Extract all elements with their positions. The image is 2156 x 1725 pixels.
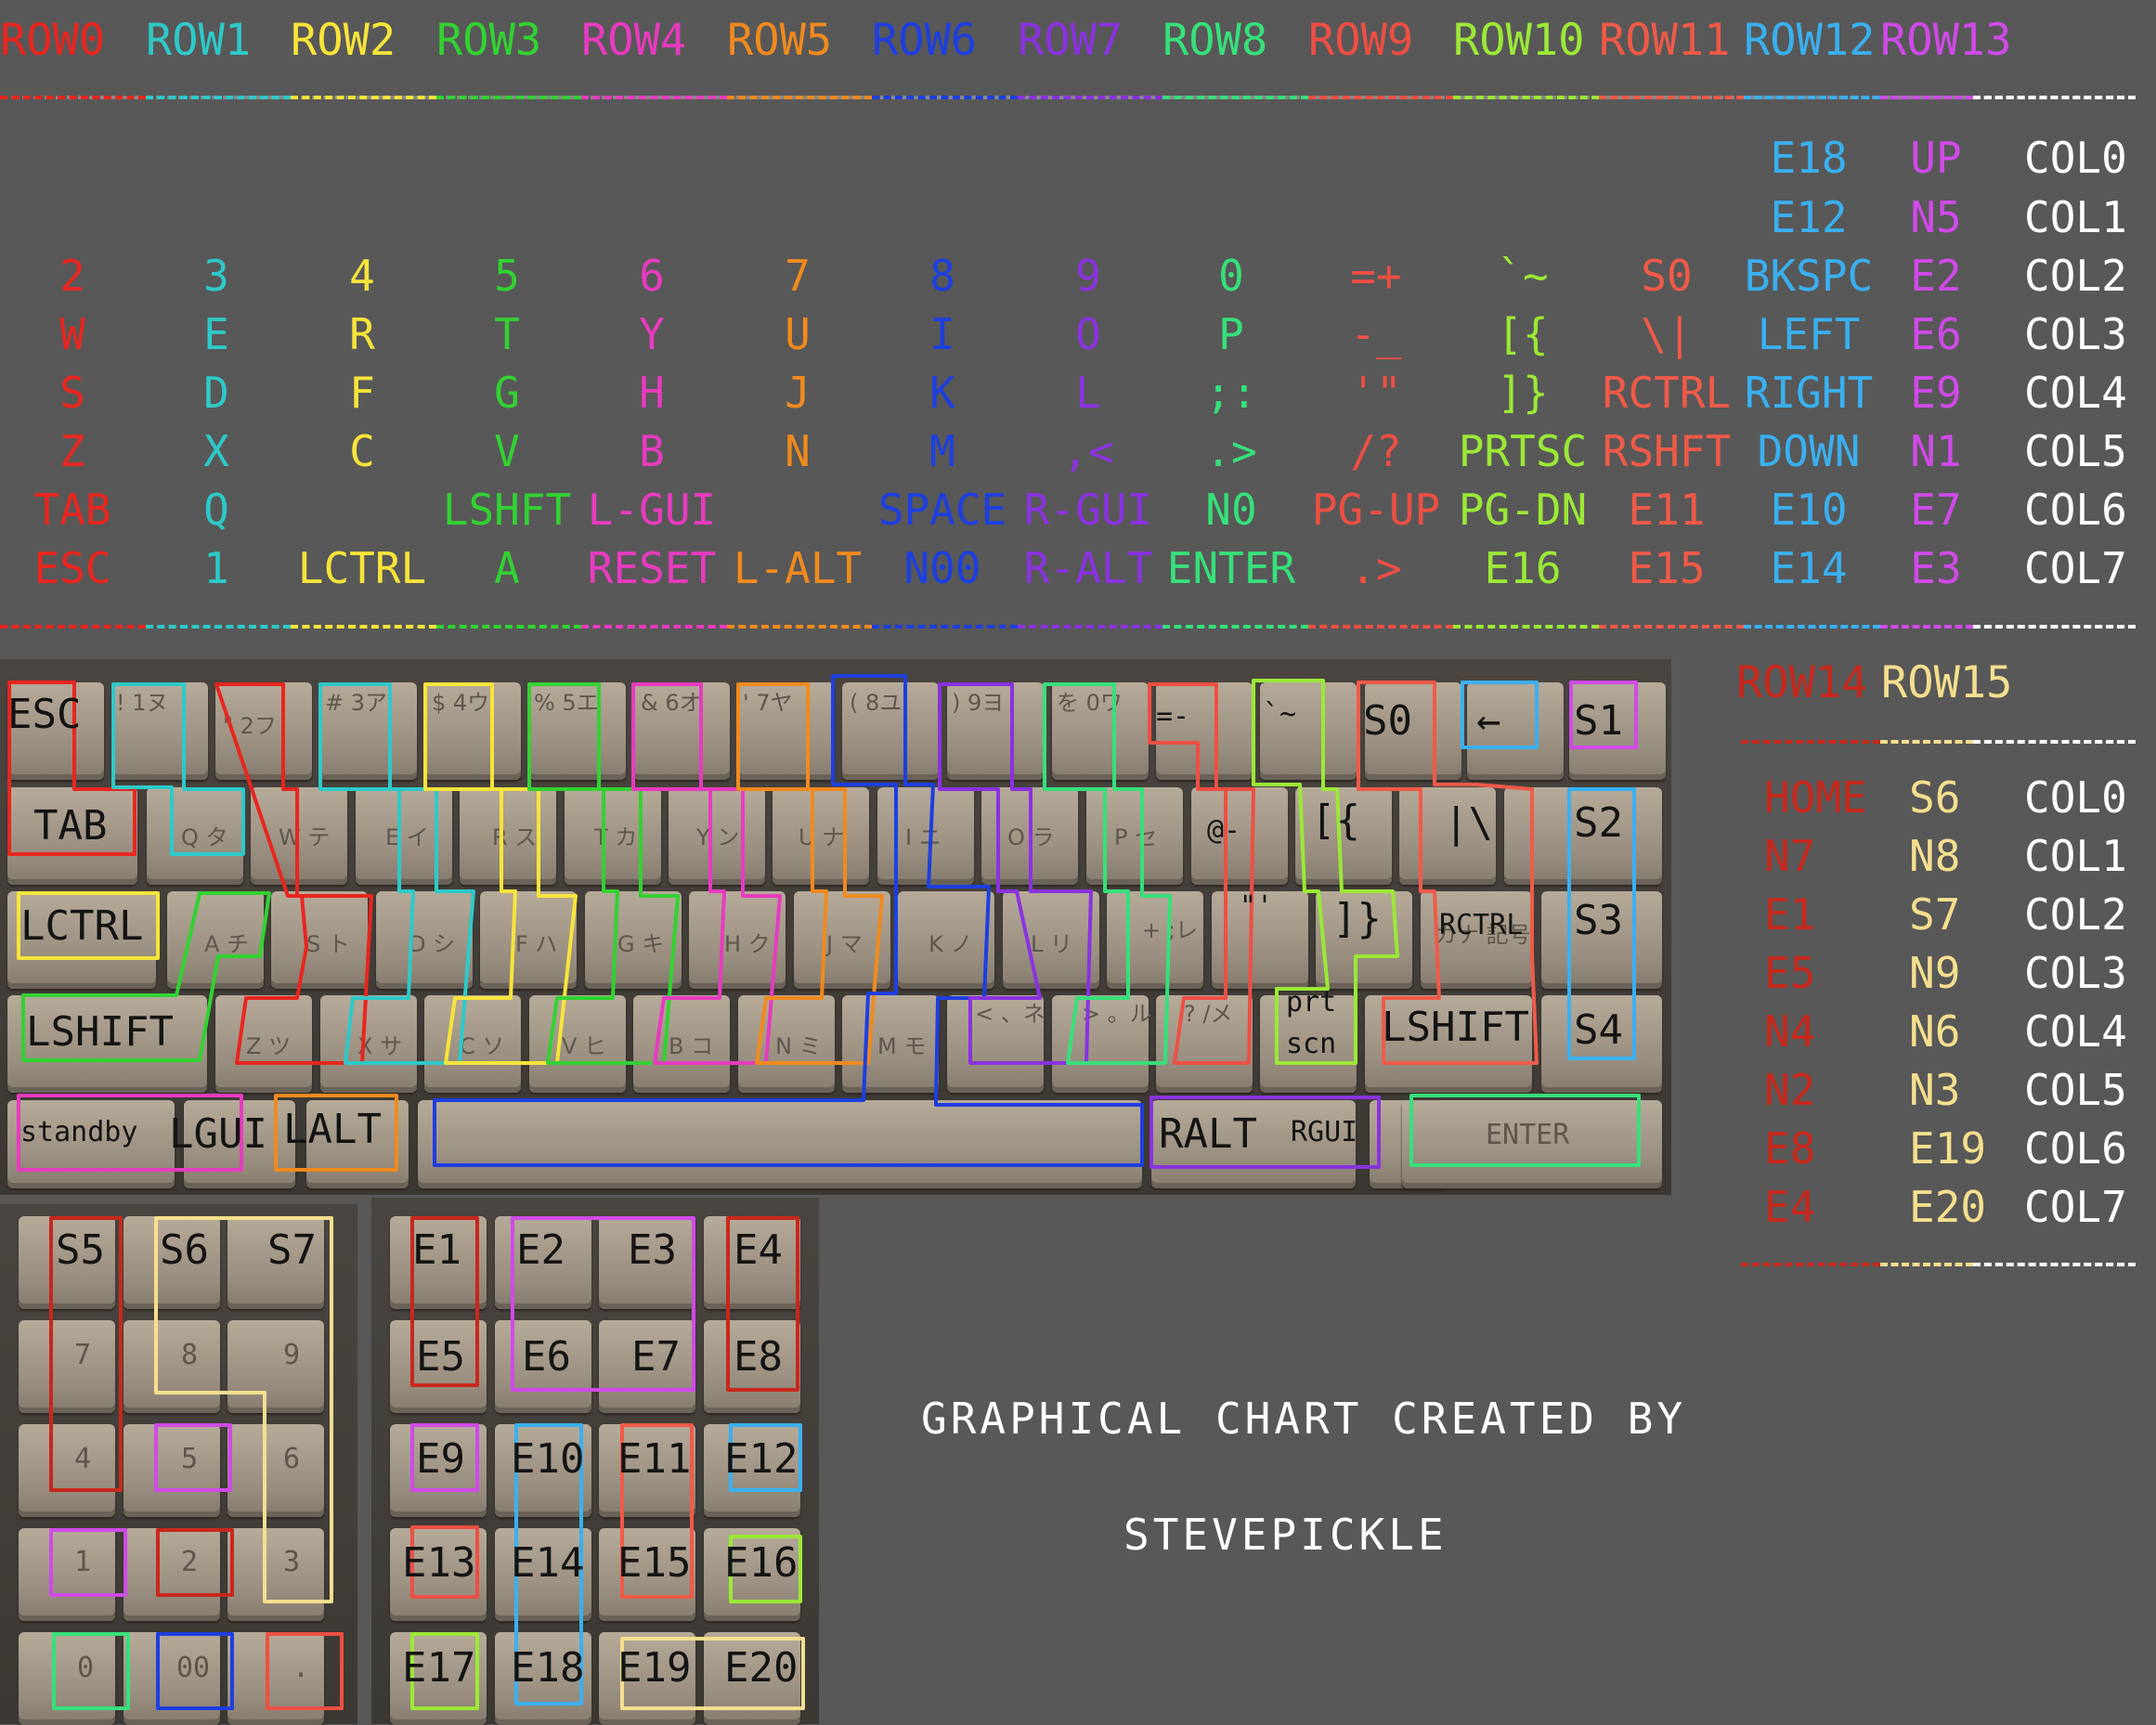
numpad-label-k00: 00 [176, 1652, 211, 1684]
key-label-lbrace: [{ [1311, 797, 1360, 844]
key-label-rctrl: RCTRL [1439, 909, 1524, 941]
key-label-eq: =- [1156, 700, 1190, 733]
epad-label-e11: E11 [617, 1435, 692, 1483]
epad-label-e9: E9 [416, 1435, 465, 1483]
epad-label-e20: E20 [724, 1644, 799, 1692]
row6-outline [433, 674, 1144, 1167]
key-label-standby: standby [20, 1116, 138, 1148]
epad-label-e3: E3 [628, 1226, 677, 1274]
key-label-prt: prt [1286, 986, 1337, 1018]
key-label-arrow: ← [1476, 697, 1501, 745]
numpad-label-k3: 3 [283, 1546, 301, 1578]
col-outline-9 [938, 682, 1093, 1065]
epad-label-e6: E6 [522, 1333, 571, 1381]
numpad-label-k4: 4 [74, 1443, 92, 1475]
epad-label-e17: E17 [402, 1644, 476, 1692]
key-label-s1: S1 [1574, 697, 1623, 745]
epad-label-e15: E15 [617, 1539, 692, 1587]
key-label-quote: "' [1240, 890, 1274, 923]
numpad-label-k9: 9 [283, 1339, 301, 1371]
col-outline-6 [631, 682, 782, 1065]
numpad-label-s5: S5 [56, 1226, 105, 1274]
key-label-enter: ENTER [1486, 1119, 1570, 1151]
key-label-ralt: RALT [1159, 1110, 1257, 1158]
epad-label-e2: E2 [516, 1226, 565, 1274]
key-label-rbrace: ]} [1332, 895, 1382, 942]
epad-label-e13: E13 [402, 1539, 476, 1587]
numpad-label-k5: 5 [181, 1443, 199, 1475]
outline-s6-s7 [154, 1216, 333, 1603]
key-label-lalt: LALT [283, 1106, 382, 1153]
key-label-lgui: LGUI [169, 1110, 267, 1158]
col-outline-7 [736, 682, 884, 1065]
col-outline-2 [214, 682, 373, 1065]
key-label-s0: S0 [1363, 697, 1412, 745]
numpad-label-k8: 8 [181, 1339, 199, 1371]
numpad-label-k6: 6 [283, 1443, 301, 1475]
key-label-s3: S3 [1574, 897, 1623, 944]
key-label-tab: TAB [33, 802, 108, 850]
epad-label-e1: E1 [412, 1226, 461, 1274]
numpad-label-s6: S6 [160, 1226, 209, 1274]
numpad-label-k0: 0 [77, 1652, 95, 1684]
epad-label-e14: E14 [511, 1539, 585, 1587]
epad-label-e16: E16 [724, 1539, 799, 1587]
col-outline-4 [423, 682, 578, 1065]
epad-label-e4: E4 [734, 1226, 783, 1274]
key-label-tilde: `~ [1263, 698, 1297, 731]
key-label-lshift: LSHIFT [26, 1008, 174, 1056]
numpad-label-k2: 2 [181, 1546, 199, 1578]
col-outline-3 [318, 682, 475, 1065]
epad-label-e19: E19 [617, 1644, 692, 1692]
numpad-label-s7: S7 [267, 1226, 317, 1274]
epad-label-e12: E12 [724, 1435, 799, 1483]
credit-line-1: GRAPHICAL CHART CREATED BY [921, 1394, 1687, 1444]
epad-label-e5: E5 [416, 1333, 465, 1381]
key-group-outlines [7, 674, 1641, 1710]
key-label-rgui: RGUI [1291, 1116, 1358, 1148]
credit-line-2: STEVEPICKLE [1123, 1510, 1448, 1560]
numpad-label-k7: 7 [74, 1339, 92, 1371]
key-label-esc: ESC [7, 691, 82, 738]
numpad-label-k1: 1 [74, 1546, 92, 1578]
numpad-label-kdot: . [292, 1652, 310, 1684]
key-label-at: @- [1207, 814, 1241, 847]
key-label-scn: scn [1286, 1028, 1337, 1060]
key-label-s2: S2 [1574, 799, 1623, 847]
key-label-pipe: |\ [1444, 799, 1493, 847]
epad-label-e18: E18 [511, 1644, 585, 1692]
col-outline-5 [527, 682, 680, 1065]
epad-label-e8: E8 [734, 1333, 783, 1381]
epad-label-e7: E7 [631, 1333, 681, 1381]
key-label-s4: S4 [1574, 1006, 1623, 1054]
key-label-rshift: LSHIFT [1382, 1004, 1529, 1051]
epad-label-e10: E10 [511, 1435, 585, 1483]
key-label-lctrl: LCTRL [20, 902, 144, 950]
